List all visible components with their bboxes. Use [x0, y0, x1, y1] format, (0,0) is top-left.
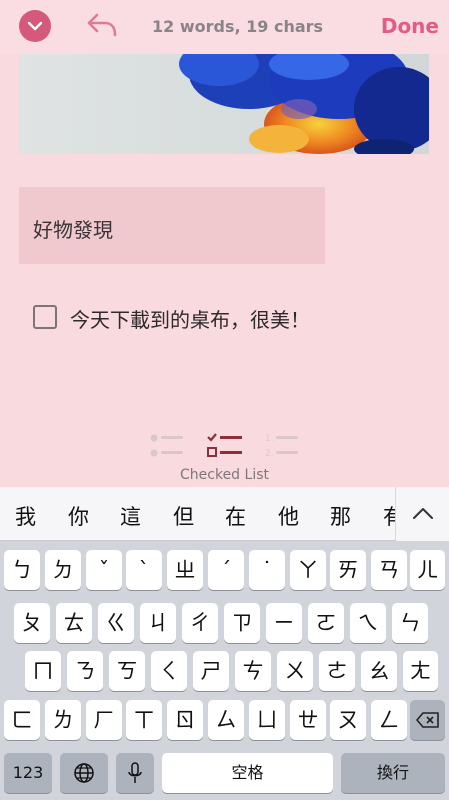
note-image[interactable] [19, 54, 429, 154]
done-button[interactable]: Done [381, 14, 439, 38]
chevron-down-icon [27, 21, 43, 31]
key[interactable]: ˋ [126, 550, 162, 590]
key[interactable]: ㄠ [361, 651, 397, 691]
key[interactable]: ㄢ [371, 550, 407, 590]
delete-key[interactable] [410, 700, 445, 740]
key[interactable]: ㄅ [4, 550, 40, 590]
dictation-key[interactable] [116, 753, 154, 793]
key[interactable]: ㄇ [25, 651, 61, 691]
key[interactable]: ㄆ [14, 603, 50, 643]
key[interactable]: ㄚ [290, 550, 326, 590]
key[interactable]: ㄑ [151, 651, 187, 691]
backspace-icon [415, 712, 439, 728]
key[interactable]: ㄏ [86, 700, 122, 740]
undo-icon [87, 13, 117, 37]
numbered-list-icon[interactable]: 1. 2. [265, 432, 299, 460]
undo-button[interactable] [85, 11, 119, 39]
key[interactable]: ㄋ [67, 651, 103, 691]
checklist-checkbox[interactable] [33, 305, 57, 329]
key[interactable]: ㄈ [4, 700, 40, 740]
key[interactable]: ㄣ [392, 603, 428, 643]
word-count: 12 words, 19 chars [152, 17, 324, 36]
globe-icon [74, 763, 94, 783]
svg-text:2.: 2. [265, 449, 274, 459]
note-heading-block[interactable]: 好物發現 [19, 187, 325, 264]
key[interactable]: ㄩ [249, 700, 285, 740]
key[interactable]: ㄤ [403, 651, 438, 691]
key[interactable]: ㄝ [290, 700, 326, 740]
key[interactable]: ㄡ [330, 700, 366, 740]
candidate-word[interactable]: 在 [225, 501, 246, 531]
candidate-word[interactable]: 但 [173, 501, 194, 531]
checked-list-icon[interactable] [207, 432, 243, 460]
key[interactable]: ㄕ [193, 651, 229, 691]
candidate-word[interactable]: 他 [278, 501, 299, 531]
key[interactable]: ㄎ [109, 651, 145, 691]
microphone-icon [128, 762, 142, 783]
key[interactable]: ㄔ [182, 603, 218, 643]
key[interactable]: ㄙ [208, 700, 244, 740]
key[interactable]: ㄥ [371, 700, 407, 740]
menu-button[interactable] [19, 10, 51, 42]
key[interactable]: ˙ [249, 550, 285, 590]
key[interactable]: ˊ [208, 550, 244, 590]
key[interactable]: ㄉ [45, 550, 81, 590]
candidate-word[interactable]: 你 [68, 501, 89, 531]
key[interactable]: ㄐ [140, 603, 176, 643]
key[interactable]: ㄘ [235, 651, 271, 691]
note-heading: 好物發現 [33, 218, 113, 242]
key[interactable]: ㄌ [45, 700, 81, 740]
key[interactable]: ㄟ [350, 603, 386, 643]
bullet-list-icon[interactable] [150, 432, 184, 460]
numbers-key[interactable]: 123 [4, 753, 52, 793]
candidate-bar: 我 你 這 但 在 他 那 有 [0, 487, 449, 541]
key[interactable]: ㄒ [126, 700, 162, 740]
key[interactable]: ㄊ [56, 603, 92, 643]
key[interactable]: ㄦ [410, 550, 445, 590]
key[interactable]: ㄛ [308, 603, 344, 643]
ink-splash-image [179, 54, 429, 154]
keyboard: 我 你 這 但 在 他 那 有 ㄅ ㄉ ˇ ˋ ㄓ ˊ ˙ ㄚ ㄞ ㄢ ㄦ ㄆ … [0, 487, 449, 800]
key[interactable]: ˇ [86, 550, 122, 590]
key[interactable]: ㄞ [330, 550, 366, 590]
return-key[interactable]: 換行 [341, 753, 445, 793]
chevron-up-icon [413, 508, 433, 519]
candidate-word[interactable]: 我 [15, 501, 36, 531]
expand-candidates-button[interactable] [395, 487, 449, 541]
key[interactable]: ㄓ [167, 550, 203, 590]
space-key[interactable]: 空格 [162, 753, 333, 793]
toolbar: 12 words, 19 chars Done [0, 0, 449, 54]
svg-text:1.: 1. [265, 434, 274, 444]
candidate-word[interactable]: 那 [330, 501, 351, 531]
globe-key[interactable] [60, 753, 108, 793]
key[interactable]: ㄧ [266, 603, 302, 643]
key[interactable]: ㄍ [98, 603, 134, 643]
key[interactable]: ㄖ [167, 700, 203, 740]
candidate-word[interactable]: 這 [120, 501, 141, 531]
key[interactable]: ㄗ [224, 603, 260, 643]
key[interactable]: ㄨ [277, 651, 313, 691]
checklist-item-text[interactable]: 今天下載到的桌布，很美！ [70, 304, 310, 333]
key[interactable]: ㄜ [319, 651, 355, 691]
format-label: Checked List [180, 467, 269, 483]
